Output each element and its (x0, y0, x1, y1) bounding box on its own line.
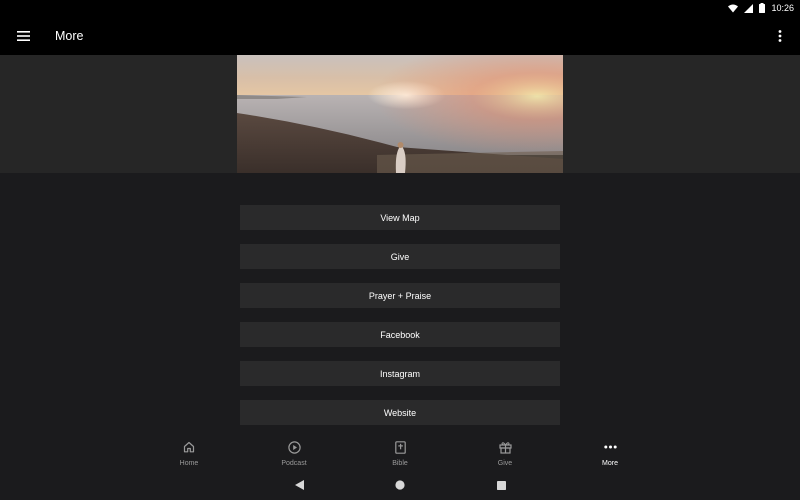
nav-home[interactable]: Home (149, 433, 229, 471)
website-button[interactable]: Website (240, 400, 560, 425)
recents-square-icon (496, 480, 506, 490)
gift-icon (498, 441, 512, 454)
nav-more[interactable]: More (570, 433, 650, 471)
play-circle-icon (287, 440, 301, 454)
wifi-icon (728, 4, 739, 12)
nav-more-label: More (602, 460, 618, 467)
hero-image (237, 55, 563, 173)
instagram-button[interactable]: Instagram (240, 361, 560, 386)
system-home-button[interactable] (393, 478, 407, 492)
more-menu-list: View Map Give Prayer + Praise Facebook I… (240, 205, 560, 439)
menu-button[interactable] (1, 16, 45, 55)
nav-bible-label: Bible (392, 460, 408, 467)
more-vertical-icon (778, 30, 782, 42)
back-triangle-icon (294, 480, 304, 490)
nav-podcast-label: Podcast (281, 460, 307, 467)
facebook-button[interactable]: Facebook (240, 322, 560, 347)
hero-banner (0, 55, 800, 173)
status-time: 10:26 (771, 3, 794, 13)
nav-give-label: Give (497, 460, 513, 467)
bible-icon (394, 440, 406, 454)
nav-bible[interactable]: Bible (360, 433, 440, 471)
more-horizontal-icon (603, 445, 617, 449)
nav-podcast[interactable]: Podcast (254, 433, 334, 471)
battery-icon (759, 3, 766, 13)
system-back-button[interactable] (292, 478, 306, 492)
nav-home-label: Home (179, 460, 199, 467)
status-bar: 10:26 (0, 0, 800, 16)
prayer-praise-button[interactable]: Prayer + Praise (240, 283, 560, 308)
home-icon (183, 441, 195, 453)
view-map-button[interactable]: View Map (240, 205, 560, 230)
hamburger-icon (16, 30, 30, 41)
bottom-navigation: Home Podcast Bible Give More (0, 433, 800, 471)
overflow-menu-button[interactable] (772, 28, 788, 44)
home-circle-icon (395, 480, 405, 490)
app-bar: More (0, 16, 800, 55)
nav-give[interactable]: Give (465, 433, 545, 471)
give-button[interactable]: Give (240, 244, 560, 269)
system-navigation-bar (0, 471, 800, 500)
system-recents-button[interactable] (494, 478, 508, 492)
page-title: More (55, 28, 84, 43)
signal-icon (744, 3, 754, 13)
